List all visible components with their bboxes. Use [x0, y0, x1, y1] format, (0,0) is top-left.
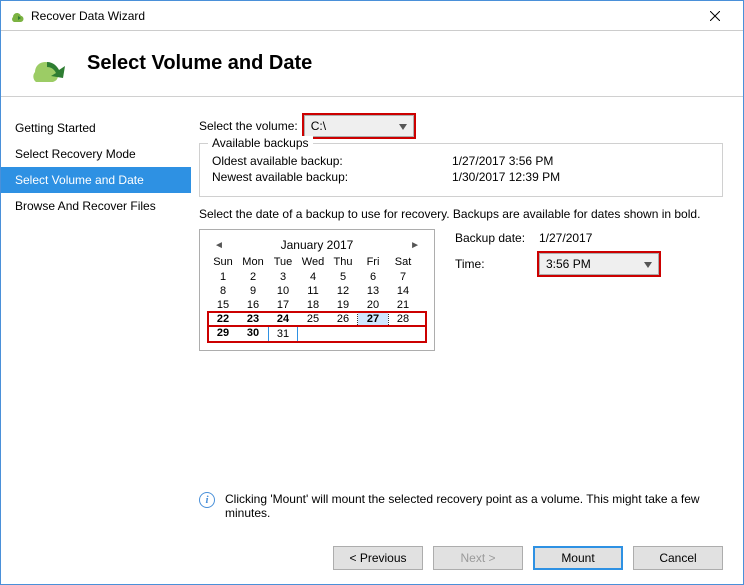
calendar-dow: Fri	[358, 256, 388, 270]
calendar-day[interactable]: 2	[238, 270, 268, 284]
calendar-prev[interactable]: ◄	[214, 240, 224, 251]
calendar-week: 1234567	[208, 270, 426, 284]
calendar-day[interactable]: 22	[208, 312, 238, 326]
wizard-window: Recover Data Wizard Select Volume and Da…	[0, 0, 744, 585]
main-panel: Select the volume: C:\ Available backups…	[191, 97, 743, 584]
calendar-day	[358, 326, 388, 342]
calendar-day[interactable]: 3	[268, 270, 298, 284]
oldest-backup-label: Oldest available backup:	[212, 154, 452, 168]
calendar-day[interactable]: 12	[328, 284, 358, 298]
mount-button[interactable]: Mount	[533, 546, 623, 570]
app-icon	[9, 8, 25, 24]
calendar-week: 22232425262728	[208, 312, 426, 326]
backup-date-value: 1/27/2017	[539, 231, 592, 245]
calendar-day[interactable]: 31	[268, 326, 298, 342]
calendar-week: 15161718192021	[208, 298, 426, 312]
calendar-week: 891011121314	[208, 284, 426, 298]
calendar-dow: Thu	[328, 256, 358, 270]
calendar-day[interactable]: 19	[328, 298, 358, 312]
page-title: Select Volume and Date	[87, 52, 312, 75]
cancel-button[interactable]: Cancel	[633, 546, 723, 570]
calendar-day[interactable]: 1	[208, 270, 238, 284]
calendar-day	[298, 326, 328, 342]
calendar-day[interactable]: 23	[238, 312, 268, 326]
calendar-next[interactable]: ►	[410, 240, 420, 251]
close-button[interactable]	[695, 2, 735, 30]
calendar-dow: Wed	[298, 256, 328, 270]
calendar-day[interactable]: 7	[388, 270, 418, 284]
calendar-day[interactable]: 21	[388, 298, 418, 312]
calendar-dow: Sun	[208, 256, 238, 270]
calendar-day[interactable]: 28	[388, 312, 418, 326]
calendar-day[interactable]: 6	[358, 270, 388, 284]
volume-select[interactable]: C:\	[304, 115, 414, 137]
calendar-day[interactable]: 13	[358, 284, 388, 298]
previous-button[interactable]: < Previous	[333, 546, 423, 570]
wizard-header: Select Volume and Date	[1, 31, 743, 97]
calendar-day[interactable]: 16	[238, 298, 268, 312]
calendar-dow-row: SunMonTueWedThuFriSat	[208, 256, 426, 270]
calendar-dow: Sat	[388, 256, 418, 270]
sidebar: Getting Started Select Recovery Mode Sel…	[1, 97, 191, 584]
backup-date-label: Backup date:	[455, 231, 539, 245]
info-icon: i	[199, 492, 215, 508]
calendar-dow: Mon	[238, 256, 268, 270]
chevron-down-icon	[644, 257, 652, 271]
calendar-day[interactable]: 11	[298, 284, 328, 298]
time-value: 3:56 PM	[546, 257, 591, 271]
sidebar-item-getting-started[interactable]: Getting Started	[1, 115, 191, 141]
calendar-day[interactable]: 9	[238, 284, 268, 298]
backups-legend: Available backups	[208, 136, 313, 150]
wizard-body: Getting Started Select Recovery Mode Sel…	[1, 97, 743, 584]
calendar-day[interactable]: 30	[238, 326, 268, 342]
date-time-panel: Backup date: 1/27/2017 Time: 3:56 PM	[455, 229, 723, 351]
sidebar-item-recovery-mode[interactable]: Select Recovery Mode	[1, 141, 191, 167]
calendar-day[interactable]: 10	[268, 284, 298, 298]
calendar-day[interactable]: 29	[208, 326, 238, 342]
info-text: Clicking 'Mount' will mount the selected…	[225, 492, 723, 520]
calendar-day[interactable]: 17	[268, 298, 298, 312]
titlebar: Recover Data Wizard	[1, 1, 743, 31]
calendar-day[interactable]: 14	[388, 284, 418, 298]
calendar: ◄ January 2017 ► SunMonTueWedThuFriSat 1…	[199, 229, 435, 351]
calendar-body: 1234567891011121314151617181920212223242…	[208, 270, 426, 342]
oldest-backup-value: 1/27/2017 3:56 PM	[452, 154, 553, 168]
next-button[interactable]: Next >	[433, 546, 523, 570]
sidebar-item-browse-recover[interactable]: Browse And Recover Files	[1, 193, 191, 219]
calendar-week: 293031	[208, 326, 426, 342]
sidebar-item-volume-date[interactable]: Select Volume and Date	[1, 167, 191, 193]
volume-label: Select the volume:	[199, 119, 298, 133]
calendar-day[interactable]: 4	[298, 270, 328, 284]
time-select[interactable]: 3:56 PM	[539, 253, 659, 275]
calendar-day[interactable]: 26	[328, 312, 358, 326]
calendar-day	[328, 326, 358, 342]
calendar-month: January 2017	[281, 238, 354, 252]
window-title: Recover Data Wizard	[31, 9, 695, 23]
instruction-text: Select the date of a backup to use for r…	[199, 207, 723, 221]
calendar-day	[388, 326, 418, 342]
cloud-icon	[21, 40, 69, 88]
calendar-day[interactable]: 20	[358, 298, 388, 312]
calendar-day[interactable]: 18	[298, 298, 328, 312]
close-icon	[710, 11, 720, 21]
footer-buttons: < Previous Next > Mount Cancel	[333, 546, 723, 570]
chevron-down-icon	[399, 119, 407, 133]
calendar-day[interactable]: 24	[268, 312, 298, 326]
volume-value: C:\	[311, 119, 326, 133]
info-row: i Clicking 'Mount' will mount the select…	[199, 492, 723, 520]
calendar-day[interactable]: 15	[208, 298, 238, 312]
calendar-day[interactable]: 25	[298, 312, 328, 326]
time-label: Time:	[455, 257, 539, 271]
newest-backup-value: 1/30/2017 12:39 PM	[452, 170, 560, 184]
calendar-day[interactable]: 5	[328, 270, 358, 284]
calendar-dow: Tue	[268, 256, 298, 270]
available-backups-group: Available backups Oldest available backu…	[199, 143, 723, 197]
calendar-day[interactable]: 27	[358, 312, 388, 326]
newest-backup-label: Newest available backup:	[212, 170, 452, 184]
calendar-day[interactable]: 8	[208, 284, 238, 298]
